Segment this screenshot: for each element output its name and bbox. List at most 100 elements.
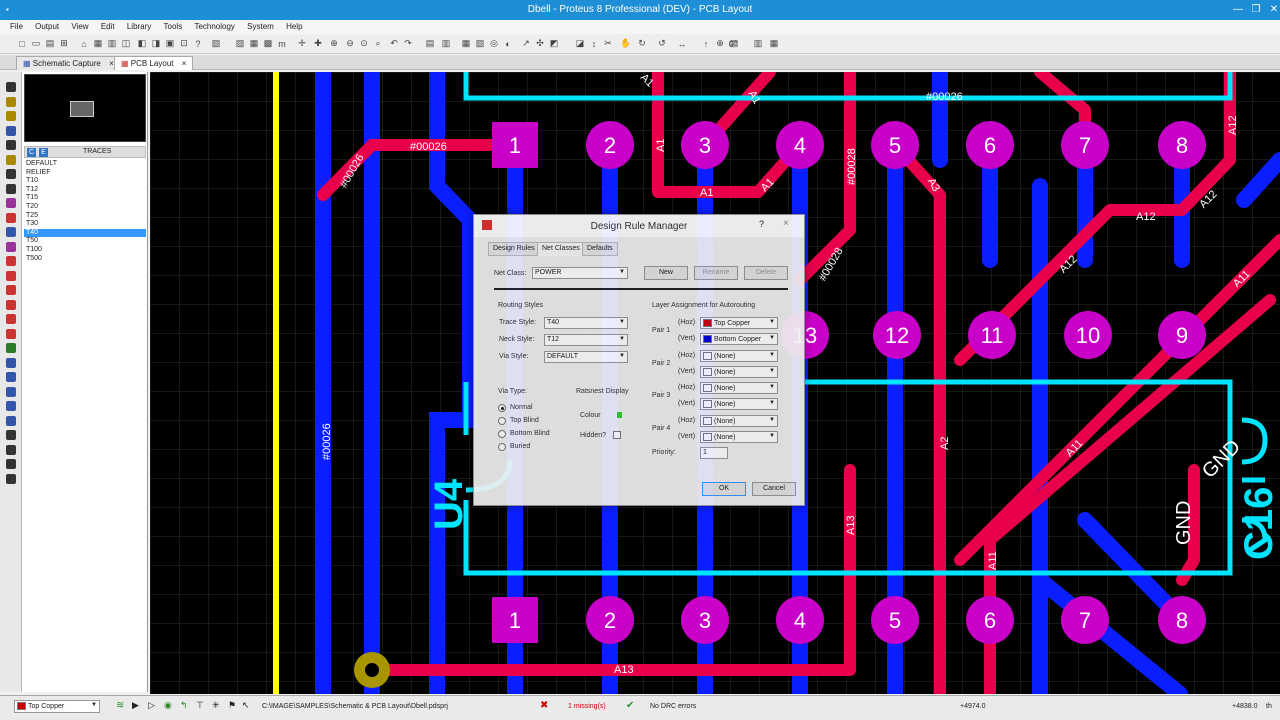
list-item[interactable]: T20: [24, 203, 146, 212]
menu-help[interactable]: Help: [276, 20, 302, 31]
tool-mode-icon[interactable]: [6, 343, 16, 353]
toolbar-button-icon[interactable]: ⊞: [58, 37, 70, 50]
overview-window[interactable]: [24, 74, 146, 142]
toolbar-button-icon[interactable]: ▩: [262, 37, 274, 50]
toolbar-button-icon[interactable]: ◪: [574, 37, 586, 50]
help-icon[interactable]: ?: [759, 219, 764, 229]
list-item[interactable]: DEFAULT: [24, 160, 146, 169]
tool-mode-icon[interactable]: [6, 256, 16, 266]
tool-mode-icon[interactable]: [6, 154, 16, 165]
toolbar-button-icon[interactable]: ◧: [136, 37, 148, 50]
toolbar-button-icon[interactable]: ▦: [460, 37, 472, 50]
toolbar-button-icon[interactable]: ◩: [548, 37, 560, 50]
tool-mode-icon[interactable]: [6, 401, 16, 411]
menu-technology[interactable]: Technology: [184, 20, 234, 31]
hoz-layer-select[interactable]: (None) ▼: [700, 414, 778, 427]
hoz-layer-select[interactable]: (None) ▼: [700, 382, 778, 394]
net-class-select[interactable]: POWER ▼: [532, 267, 628, 279]
tool-mode-icon[interactable]: [6, 227, 16, 237]
cursor-icon[interactable]: ↖: [242, 700, 250, 711]
toolbar-button-icon[interactable]: ?: [192, 37, 204, 50]
toolbar-button-icon[interactable]: ⊖: [344, 37, 356, 50]
play-icon[interactable]: ▶: [132, 700, 139, 711]
toolbar-button-icon[interactable]: ▧: [210, 37, 222, 50]
cancel-button[interactable]: Cancel: [752, 482, 796, 496]
dialog-close-icon[interactable]: ×: [776, 218, 796, 232]
pick-button-e[interactable]: E: [39, 148, 48, 157]
toolbar-button-icon[interactable]: ✛: [296, 37, 308, 50]
close-window-icon[interactable]: ✕: [1260, 0, 1280, 20]
hoz-layer-select[interactable]: Top Copper ▼: [700, 317, 778, 329]
toolbar-button-icon[interactable]: m: [276, 37, 288, 50]
neck-style-select[interactable]: T12 ▼: [544, 334, 628, 346]
new-button[interactable]: New: [644, 266, 688, 280]
tool-mode-icon[interactable]: [6, 314, 16, 324]
toolbar-button-icon[interactable]: ▤: [44, 37, 56, 50]
menu-view[interactable]: View: [61, 20, 88, 31]
close-tab-icon[interactable]: ×: [182, 59, 187, 68]
layer-select[interactable]: Top Copper ▼: [14, 700, 100, 713]
vert-layer-select[interactable]: Bottom Copper ▼: [700, 333, 778, 345]
list-item[interactable]: RELIEF: [24, 169, 146, 178]
select-mode-icon[interactable]: ◉: [164, 700, 172, 711]
vert-layer-select[interactable]: (None) ▼: [700, 365, 778, 378]
toolbar-button-icon[interactable]: ⊙: [358, 37, 370, 50]
tool-mode-icon[interactable]: [6, 96, 16, 107]
radio-bottom-blind[interactable]: [498, 430, 506, 438]
tools-icon[interactable]: ⊤: [196, 700, 204, 711]
tool-mode-icon[interactable]: [6, 473, 16, 484]
tool-mode-icon[interactable]: [6, 372, 16, 382]
toolbar-button-icon[interactable]: ▨: [234, 37, 246, 50]
tab-design-rules[interactable]: Design Rules: [488, 242, 540, 256]
flag-icon[interactable]: ⚑: [228, 700, 236, 711]
vert-layer-select[interactable]: (None) ▼: [700, 398, 778, 410]
list-item[interactable]: T12: [24, 186, 146, 195]
menu-file[interactable]: File: [0, 20, 23, 31]
tool-mode-icon[interactable]: [6, 444, 16, 455]
toolbar-button-icon[interactable]: ⊕: [328, 37, 340, 50]
toolbar-button-icon[interactable]: ▤: [424, 37, 436, 50]
tool-mode-icon[interactable]: [6, 386, 16, 397]
ok-button[interactable]: OK: [702, 482, 746, 496]
vert-layer-select[interactable]: (None) ▼: [700, 430, 778, 443]
tool-mode-icon[interactable]: [6, 198, 16, 208]
radio-buried[interactable]: [498, 443, 506, 451]
menu-system[interactable]: System: [237, 20, 274, 31]
toolbar-button-icon[interactable]: ⌂: [78, 37, 90, 50]
tool-mode-icon[interactable]: [6, 125, 16, 136]
toolbar-button-icon[interactable]: ↑: [700, 37, 712, 50]
toolbar-button-icon[interactable]: ↕: [588, 37, 600, 50]
toolbar-button-icon[interactable]: ✚: [312, 37, 324, 50]
tool-mode-icon[interactable]: [6, 212, 16, 223]
toolbar-button-icon[interactable]: ↶: [388, 37, 400, 50]
toolbar-button-icon[interactable]: ▥: [440, 37, 452, 50]
toolbar-button-icon[interactable]: ◐: [502, 37, 514, 50]
tool-mode-icon[interactable]: [6, 169, 16, 179]
toolbar-button-icon[interactable]: ⊡: [178, 37, 190, 50]
menu-library[interactable]: Library: [117, 20, 151, 31]
tool-mode-icon[interactable]: [6, 183, 16, 194]
toolbar-button-icon[interactable]: ↷: [402, 37, 414, 50]
tool-mode-icon[interactable]: [6, 328, 16, 339]
tool-mode-icon[interactable]: [6, 140, 16, 150]
drc-status[interactable]: No DRC errors: [650, 703, 696, 710]
toolbar-button-icon[interactable]: ✋: [620, 37, 632, 50]
tool-mode-icon[interactable]: [6, 285, 16, 295]
rename-button[interactable]: Rename: [694, 266, 738, 280]
toolbar-button-icon[interactable]: ⌕: [372, 37, 384, 50]
list-item[interactable]: T500: [24, 255, 146, 264]
tool-mode-icon[interactable]: [6, 241, 16, 252]
missing-count[interactable]: 1 missing(s): [568, 703, 606, 710]
list-item[interactable]: T50: [24, 237, 146, 246]
asterisk-icon[interactable]: ✳: [212, 700, 220, 711]
toolbar-button-icon[interactable]: ▦: [92, 37, 104, 50]
list-item[interactable]: T30: [24, 220, 146, 229]
tool-mode-icon[interactable]: [6, 82, 16, 92]
tool-mode-icon[interactable]: [6, 299, 16, 310]
menu-tools[interactable]: Tools: [154, 20, 183, 31]
list-item[interactable]: T25: [24, 212, 146, 221]
tab-pcb-layout[interactable]: ▦ PCB Layout ×: [114, 56, 194, 70]
toolbar-button-icon[interactable]: ↻: [636, 37, 648, 50]
via-style-select[interactable]: DEFAULT ▼: [544, 351, 628, 363]
tool-mode-icon[interactable]: [6, 415, 16, 426]
